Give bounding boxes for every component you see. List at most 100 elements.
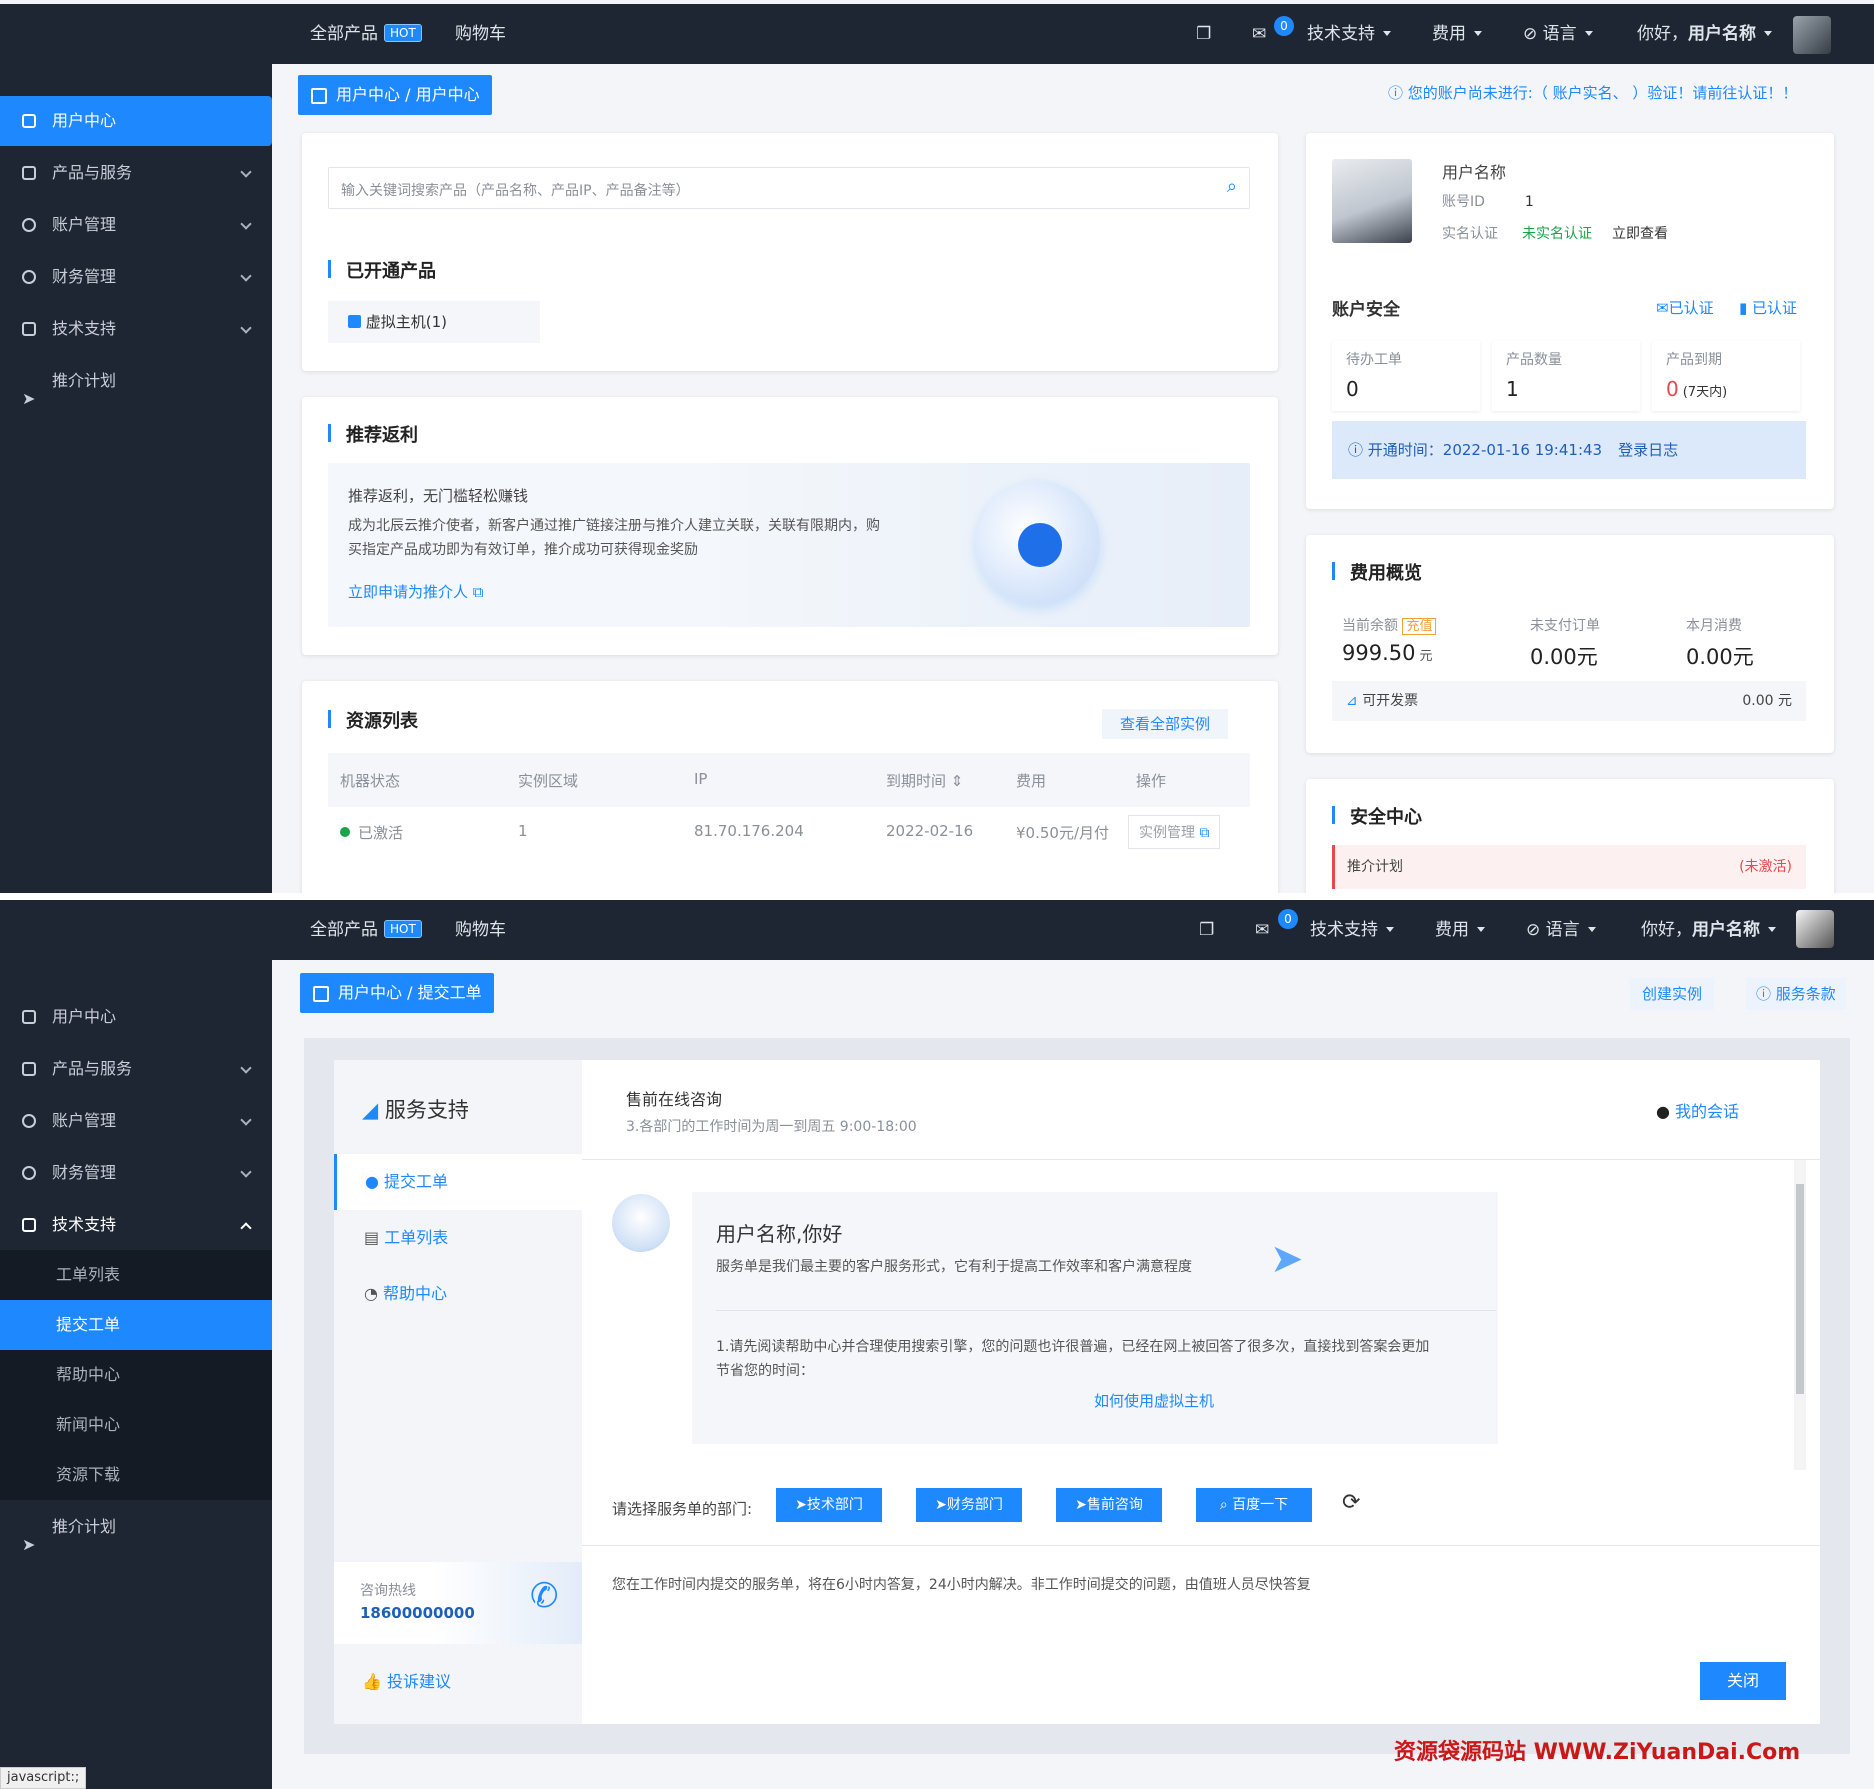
ticket-panel: ◢ 服务支持 ● 提交工单 ▤ 工单列表 ◔ 帮助中心 咨询热线 1860000… [334,1060,1820,1724]
copy-icon[interactable]: ❐ [1196,4,1211,64]
support-menu[interactable]: 技术支持 [1307,4,1391,64]
row-ip: 81.70.176.204 [694,822,804,840]
sidebar-sub-help-center[interactable]: 帮助中心 [0,1350,272,1400]
stat-value-number: 0 [1666,377,1679,401]
cart-link[interactable]: 购物车 [455,900,506,960]
phone-icon: ▮ [1739,299,1753,317]
top-nav-bar: 全部产品 HOT 购物车 ❐ ✉ 0 技术支持 费用 ⊘ 语言 你好，用户名称 [0,4,1874,64]
chart-icon: ⊿ [1346,693,1363,709]
dept-tech-button[interactable]: ➤技术部门 [776,1488,882,1522]
baidu-search-button[interactable]: ⌕ 百度一下 [1196,1488,1312,1522]
home-icon [22,114,36,128]
cart-link[interactable]: 购物车 [455,4,506,64]
user-menu[interactable]: 你好，用户名称 [1641,900,1776,960]
help-icon: ◔ [364,1284,384,1303]
phone-verified-badge[interactable]: ▮ 已认证 [1739,297,1797,318]
globe-icon: ⊘ [1526,920,1546,940]
sidebar-item-label: 账户管理 [52,1111,117,1130]
search-icon[interactable]: ⌕ [1227,176,1237,197]
real-name-label: 实名认证 [1442,226,1498,242]
opened-product-item[interactable]: 虚拟主机(1) [328,301,540,343]
username-text: 用户名称 [1692,920,1760,940]
plane-logo-icon: ◢ [362,1098,385,1122]
sidebar-item-finance[interactable]: 财务管理 [0,252,272,302]
dept-presales-button[interactable]: ➤售前咨询 [1056,1488,1162,1522]
email-verified-badge[interactable]: ✉已认证 [1656,297,1714,318]
sidebar-item-user-center[interactable]: 用户中心 [0,992,272,1042]
fees-menu[interactable]: 费用 [1435,900,1485,960]
security-item-referral[interactable]: 推介计划 (未激活) [1332,845,1806,889]
email-verified-label: 已认证 [1668,299,1714,317]
user-center-screen: 全部产品 HOT 购物车 ❐ ✉ 0 技术支持 费用 ⊘ 语言 你好，用户名称 用… [0,0,1874,893]
sidebar-item-referral[interactable]: ➤ 推介计划 [0,356,272,408]
avatar[interactable] [1796,910,1834,948]
view-all-instances-button[interactable]: 查看全部实例 [1102,709,1229,739]
user-icon [22,1114,36,1128]
complaint-label: 投诉建议 [387,1672,452,1691]
user-menu[interactable]: 你好，用户名称 [1637,4,1772,64]
sidebar-item-referral[interactable]: ➤ 推介计划 [0,1502,272,1554]
terms-link[interactable]: ⓘ 服务条款 [1746,978,1846,1010]
mail-icon[interactable]: ✉ [1252,4,1266,64]
close-button[interactable]: 关闭 [1700,1662,1786,1700]
sort-icon: ⇕ [950,772,964,790]
sidebar-sub-downloads[interactable]: 资源下载 [0,1450,272,1500]
sidebar-item-support[interactable]: 技术支持 [0,304,272,354]
chat-scrollbar[interactable] [1794,1160,1806,1470]
my-conversation-link[interactable]: ● 我的会话 [1656,1098,1739,1122]
invoice-label: 可开发票 [1362,693,1419,709]
instance-manage-button[interactable]: 实例管理 ⧉ [1128,815,1221,849]
complaint-link[interactable]: 👍 投诉建议 [362,1668,451,1692]
stat-product-count[interactable]: 产品数量 1 [1492,341,1640,411]
refresh-icon[interactable]: ⟳ [1342,1490,1360,1515]
verification-notice[interactable]: ⓘ 您的账户尚未进行:（ 账户实名、 ）验证！请前往认证！！ [1388,82,1797,103]
nav-ticket-list[interactable]: ▤ 工单列表 [364,1210,448,1266]
sidebar-sub-submit-ticket[interactable]: 提交工单 [0,1300,272,1350]
sidebar-sub-ticket-list[interactable]: 工单列表 [0,1250,272,1300]
coin-icon [22,270,36,284]
nav-help-center[interactable]: ◔ 帮助中心 [364,1266,447,1322]
how-to-use-vhost-link[interactable]: 如何使用虚拟主机 [1094,1390,1214,1411]
sidebar-item-products[interactable]: 产品与服务 [0,1044,272,1094]
apply-referrer-link[interactable]: 立即申请为推介人 ⧉ [348,581,484,602]
chevron-down-icon [240,1114,252,1126]
sidebar-item-account[interactable]: 账户管理 [0,200,272,250]
balance-value-row: 999.50 元 [1342,641,1433,665]
dept-finance-button[interactable]: ➤财务部门 [916,1488,1022,1522]
all-products-link[interactable]: 全部产品 HOT [310,900,422,960]
col-status: 机器状态 [340,772,401,790]
all-products-link[interactable]: 全部产品 HOT [310,4,422,64]
nav-submit-ticket[interactable]: ● 提交工单 [334,1154,582,1210]
hotline-box: 咨询热线 18600000000 ✆ [334,1562,582,1644]
fee-overview-title: 费用概览 [1332,559,1422,585]
product-search-box[interactable]: 输入关键词搜索产品（产品名称、产品IP、产品备注等） ⌕ [328,167,1250,209]
sidebar-item-support[interactable]: 技术支持 [0,1200,272,1250]
chevron-down-icon [1474,31,1482,36]
greeting-text: 你好， [1637,24,1688,44]
avatar[interactable] [1793,16,1831,54]
mail-icon[interactable]: ✉ [1255,900,1269,960]
create-instance-button[interactable]: 创建实例 [1630,978,1715,1010]
copy-icon[interactable]: ❐ [1199,900,1214,960]
consult-header: 售前在线咨询 3.各部门的工作时间为周一到周五 9:00-18:00 ● 我的会… [582,1060,1820,1160]
unpaid-label: 未支付订单 [1530,618,1600,634]
sidebar-item-user-center[interactable]: 用户中心 [0,96,272,146]
sidebar-item-products[interactable]: 产品与服务 [0,148,272,198]
stat-pending-tickets[interactable]: 待办工单 0 [1332,341,1480,411]
row-fee: ¥0.50元/月付 [1016,824,1109,842]
language-menu[interactable]: ⊘ 语言 [1523,4,1593,64]
scrollbar-thumb[interactable] [1796,1184,1804,1394]
sidebar-item-account[interactable]: 账户管理 [0,1096,272,1146]
fees-menu[interactable]: 费用 [1432,4,1482,64]
sidebar-sub-news-center[interactable]: 新闻中心 [0,1400,272,1450]
external-link-icon: ⧉ [1199,825,1210,841]
col-expire[interactable]: 到期时间 ⇕ [886,770,963,791]
login-log-link[interactable]: 登录日志 [1618,441,1678,459]
language-menu[interactable]: ⊘ 语言 [1526,900,1596,960]
recharge-button[interactable]: 充值 [1402,618,1437,635]
view-now-link[interactable]: 立即查看 [1612,226,1668,242]
support-menu[interactable]: 技术支持 [1310,900,1394,960]
sidebar-item-finance[interactable]: 财务管理 [0,1148,272,1198]
stat-product-expiry[interactable]: 产品到期 0 (7天内) [1652,341,1800,411]
search-input[interactable]: 输入关键词搜索产品（产品名称、产品IP、产品备注等） [341,180,690,200]
